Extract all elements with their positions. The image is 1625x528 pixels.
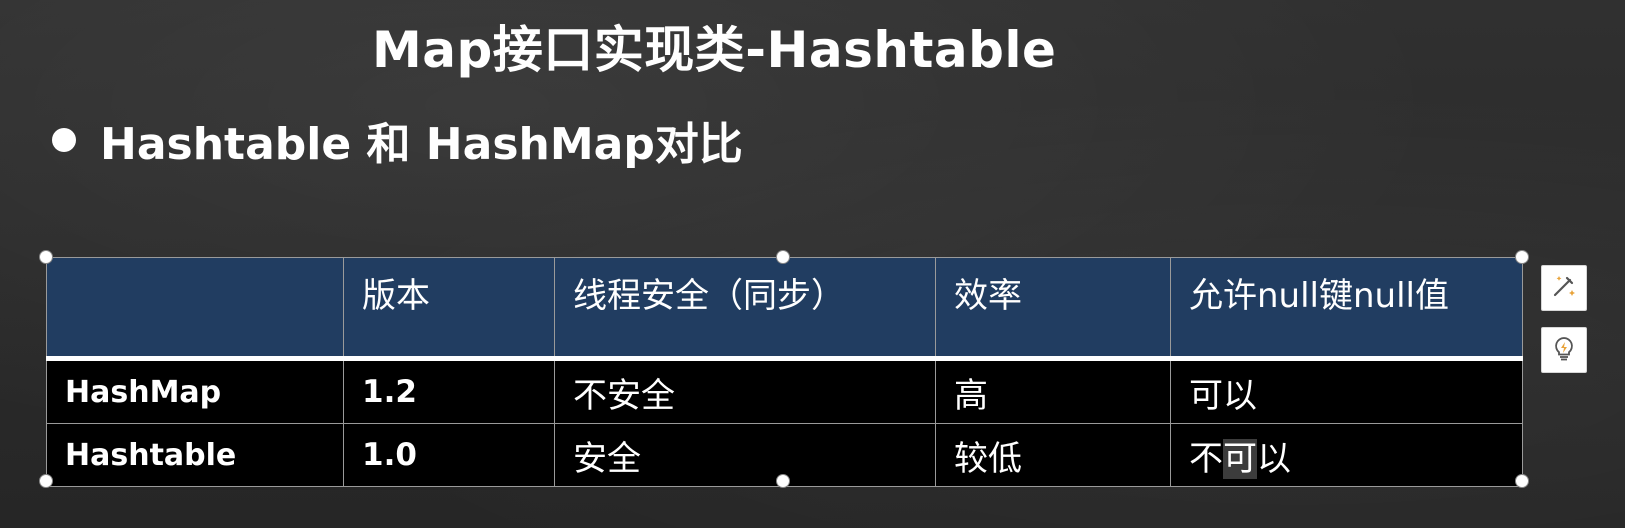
cell-version[interactable]: 1.0	[343, 423, 555, 487]
resize-handle-top-left[interactable]	[39, 250, 53, 264]
resize-handle-top-center[interactable]	[776, 250, 790, 264]
comparison-table[interactable]: 版本 线程安全（同步） 效率 允许null键null值 HashMap 1.2 …	[46, 257, 1523, 487]
cell-efficiency[interactable]: 较低	[935, 423, 1171, 487]
resize-handle-top-right[interactable]	[1515, 250, 1529, 264]
header-cell-thread-safe[interactable]: 线程安全（同步）	[554, 257, 936, 361]
bullet-item: Hashtable 和 HashMap对比	[52, 110, 743, 170]
cell-name[interactable]: Hashtable	[46, 423, 344, 487]
bullet-dot-icon	[52, 128, 76, 152]
header-cell-null-allowed[interactable]: 允许null键null值	[1170, 257, 1523, 361]
cell-null-allowed[interactable]: 可以	[1170, 358, 1523, 424]
header-cell-efficiency[interactable]: 效率	[935, 257, 1171, 361]
design-ideas-button[interactable]	[1541, 265, 1587, 311]
header-cell-empty[interactable]	[46, 257, 344, 361]
text-segment: 以	[1257, 438, 1291, 479]
bullet-text: Hashtable 和 HashMap对比	[100, 119, 743, 170]
cell-thread-safe[interactable]: 不安全	[554, 358, 936, 424]
slide-title: Map接口实现类-Hashtable	[372, 21, 1057, 79]
table-header-row: 版本 线程安全（同步） 效率 允许null键null值	[46, 257, 1523, 361]
text-cursor-highlight: 可	[1223, 438, 1257, 479]
cell-thread-safe[interactable]: 安全	[554, 423, 936, 487]
resize-handle-bottom-center[interactable]	[776, 474, 790, 488]
text-segment: 不	[1189, 438, 1223, 479]
cell-null-allowed[interactable]: 不可以	[1170, 423, 1523, 487]
cell-name[interactable]: HashMap	[46, 358, 344, 424]
lightbulb-icon	[1550, 334, 1578, 366]
magic-wand-icon	[1550, 272, 1578, 304]
cell-efficiency[interactable]: 高	[935, 358, 1171, 424]
tell-me-button[interactable]	[1541, 327, 1587, 373]
header-cell-version[interactable]: 版本	[343, 257, 555, 361]
resize-handle-bottom-right[interactable]	[1515, 474, 1529, 488]
table-row: HashMap 1.2 不安全 高 可以	[46, 358, 1523, 424]
resize-handle-bottom-left[interactable]	[39, 474, 53, 488]
cell-version[interactable]: 1.2	[343, 358, 555, 424]
